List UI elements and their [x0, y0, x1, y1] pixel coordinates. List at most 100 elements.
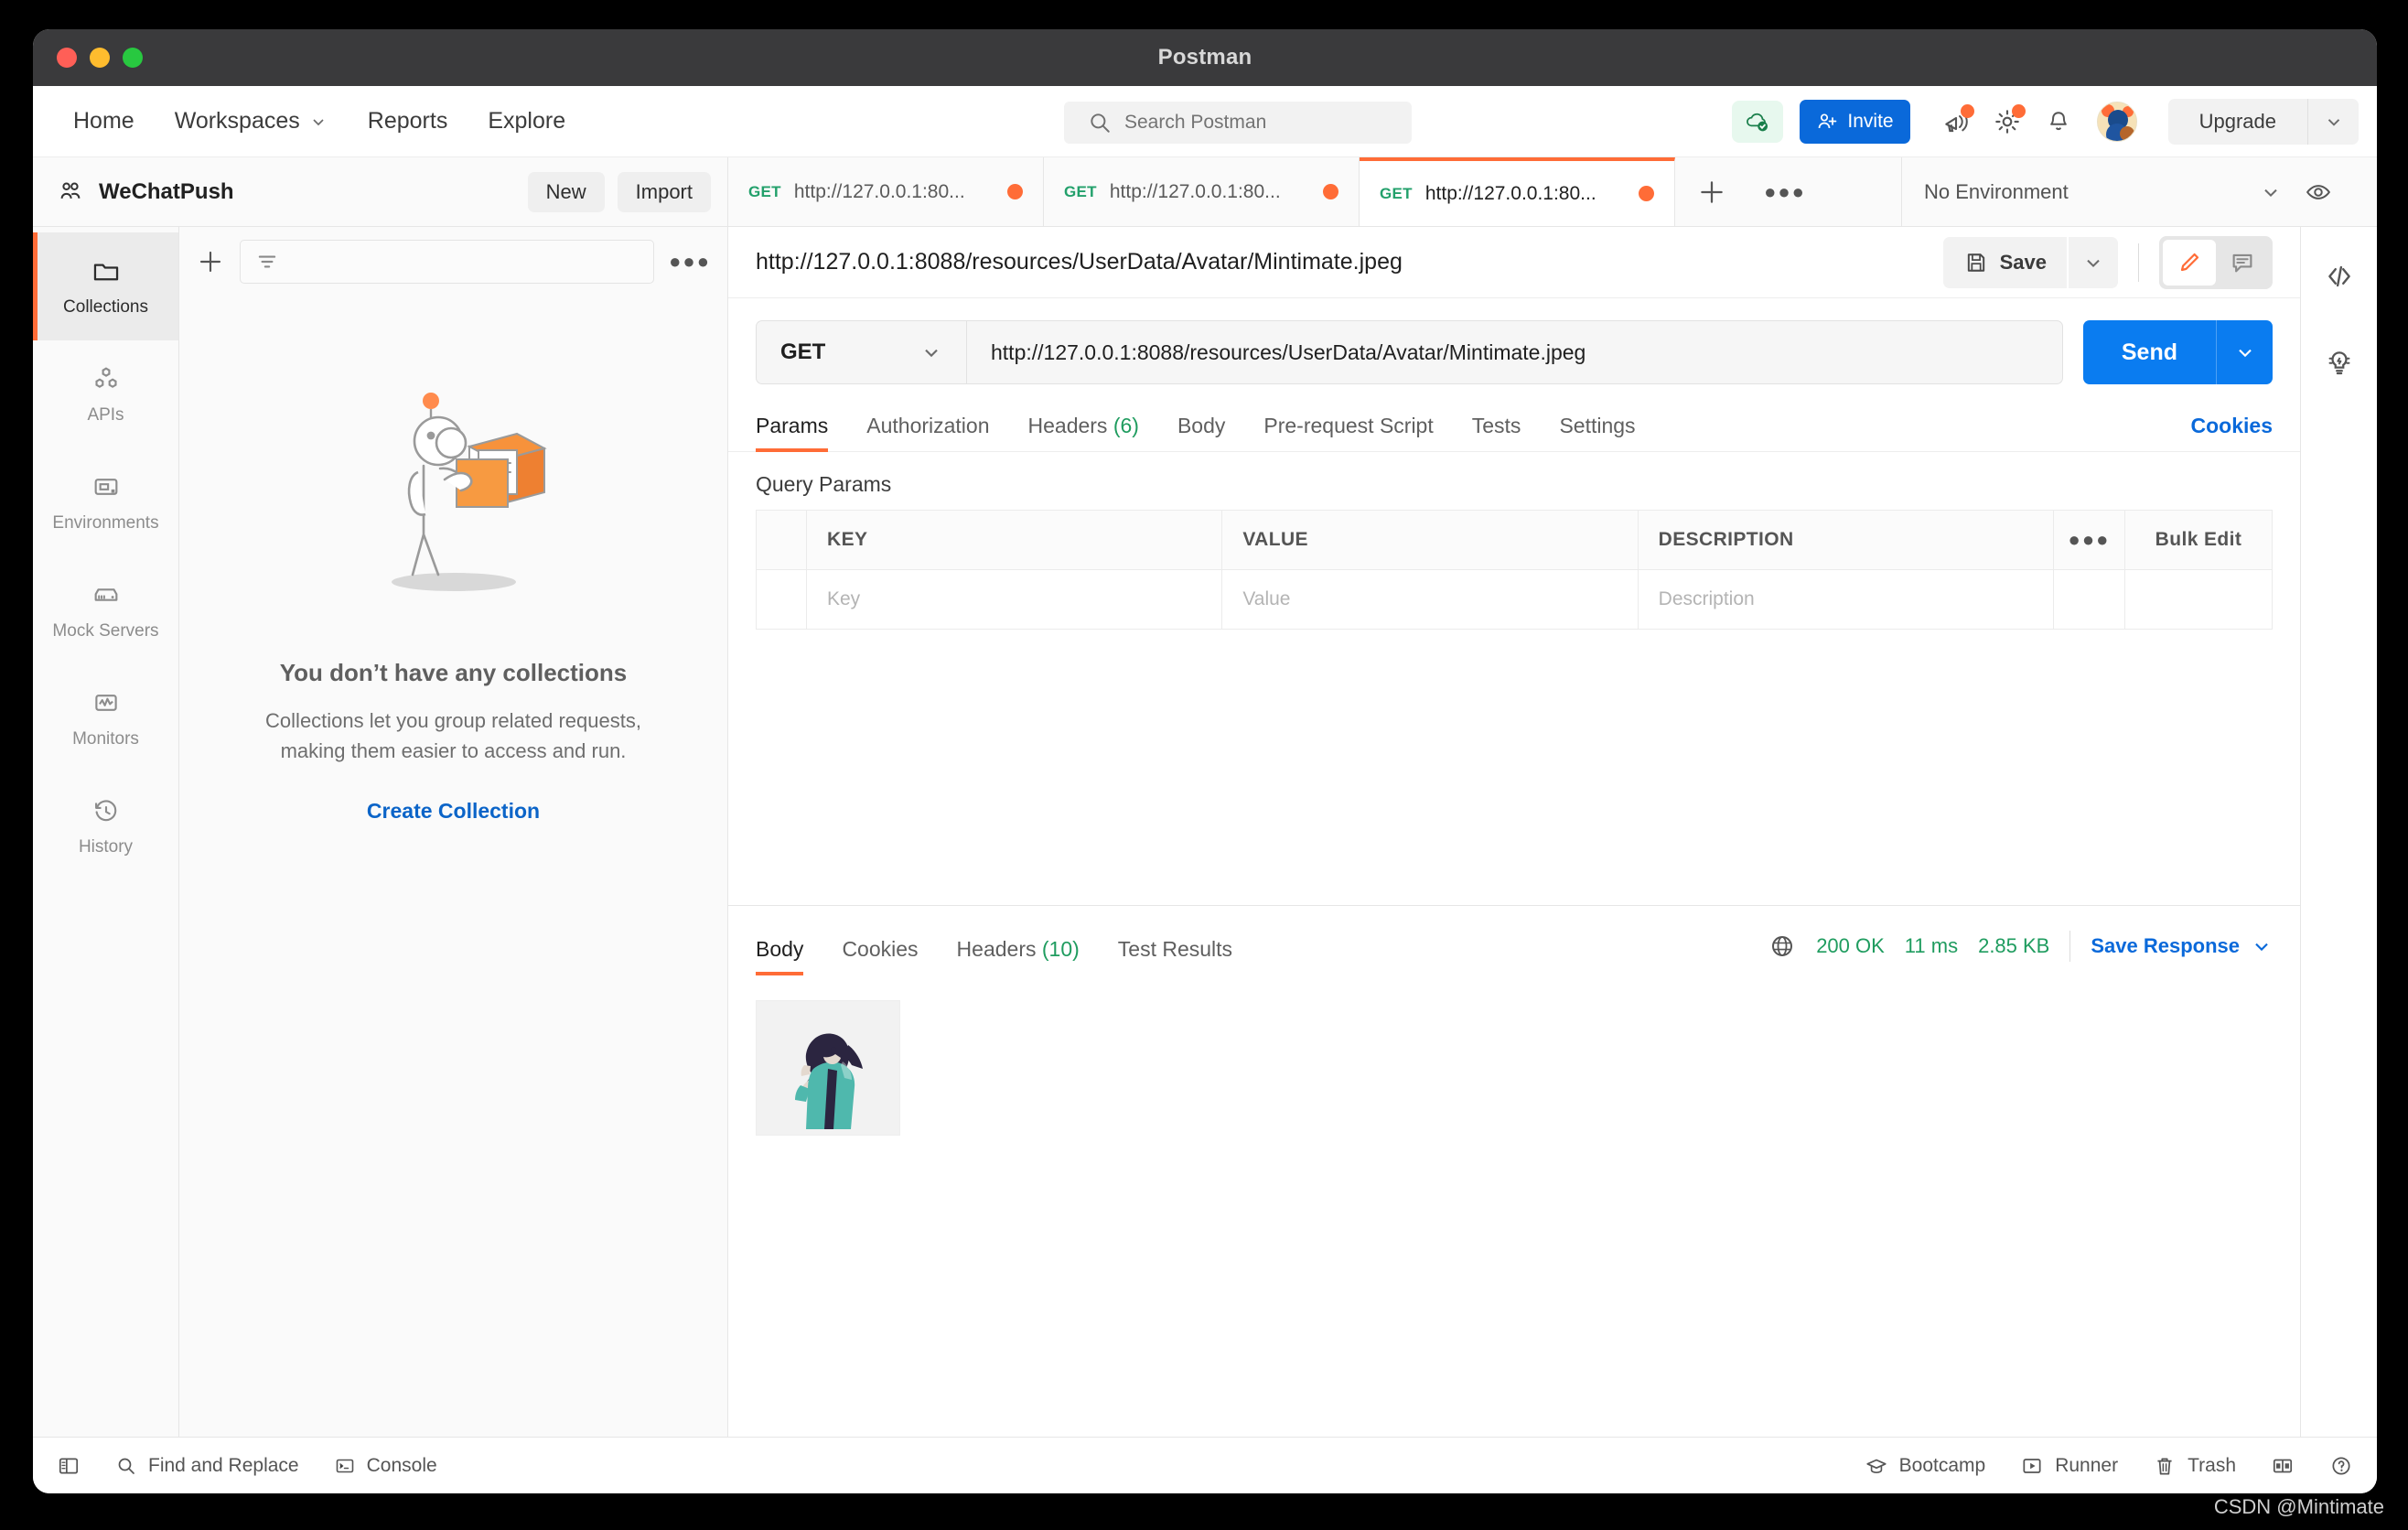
new-tab-button[interactable] — [1675, 157, 1748, 226]
request-tab-1[interactable]: GET http://127.0.0.1:80... — [728, 157, 1044, 226]
nav-explore[interactable]: Explore — [468, 101, 586, 142]
sidebar-item-monitors[interactable]: Monitors — [33, 664, 178, 772]
request-tab-2[interactable]: GET http://127.0.0.1:80... — [1044, 157, 1360, 226]
sidebar-item-environments[interactable]: Environments — [33, 448, 178, 556]
request-tab-3-active[interactable]: GET http://127.0.0.1:80... — [1360, 157, 1675, 226]
response-tab-cookies-label: Cookies — [842, 937, 919, 961]
url-value: http://127.0.0.1:8088/resources/UserData… — [991, 339, 1586, 364]
maximize-window-button[interactable] — [123, 48, 143, 68]
key-input[interactable]: Key — [807, 570, 1223, 629]
collections-options-icon[interactable]: ●●● — [669, 251, 711, 273]
sidebar-item-mock-servers[interactable]: Mock Servers — [33, 556, 178, 664]
response-tab-body-label: Body — [756, 937, 804, 961]
tab-tests[interactable]: Tests — [1472, 404, 1521, 451]
close-window-button[interactable] — [57, 48, 77, 68]
chevron-down-icon[interactable] — [2307, 99, 2359, 145]
sidebar-toggle-icon[interactable] — [57, 1454, 81, 1478]
tab-authorization[interactable]: Authorization — [866, 404, 989, 451]
sidebar-item-collections[interactable]: Collections — [33, 232, 178, 340]
search-input[interactable]: Search Postman — [1064, 102, 1412, 144]
tab-body[interactable]: Body — [1177, 404, 1225, 451]
filter-icon — [255, 250, 279, 274]
left-rail: Collections APIs Environments Mock Serve… — [33, 227, 179, 1437]
response-image-preview — [756, 1000, 900, 1136]
eye-icon[interactable] — [2282, 178, 2355, 206]
chevron-down-icon — [2251, 935, 2273, 957]
select-all-cell[interactable] — [757, 511, 807, 569]
import-button[interactable]: Import — [617, 171, 711, 212]
sidebar-item-apis[interactable]: APIs — [33, 340, 178, 448]
tab-pre-request-script[interactable]: Pre-request Script — [1263, 404, 1433, 451]
invite-button[interactable]: Invite — [1800, 100, 1910, 144]
cookies-link[interactable]: Cookies — [2191, 414, 2273, 451]
top-navigation-bar: Home Workspaces Reports Explore Search P… — [33, 86, 2377, 157]
column-header-value: VALUE — [1222, 511, 1639, 569]
main-body: Collections APIs Environments Mock Serve… — [33, 227, 2377, 1437]
cloud-check-icon[interactable] — [1732, 101, 1784, 143]
code-icon[interactable] — [2312, 249, 2367, 304]
new-button[interactable]: New — [527, 171, 605, 212]
trash-button[interactable]: Trash — [2153, 1454, 2236, 1478]
request-title-actions: Save — [1942, 235, 2273, 289]
divider — [2069, 931, 2071, 962]
chevron-down-icon[interactable] — [2260, 181, 2282, 203]
save-button[interactable]: Save — [1942, 236, 2067, 288]
tab-options-icon[interactable]: ●●● — [1748, 157, 1822, 226]
gear-icon[interactable] — [1982, 96, 2033, 147]
runner-button[interactable]: Runner — [2020, 1454, 2118, 1478]
http-method-value: GET — [780, 339, 826, 364]
response-size: 2.85 KB — [1978, 934, 2050, 957]
console-button[interactable]: Console — [334, 1455, 437, 1477]
tab-headers[interactable]: Headers (6) — [1028, 404, 1139, 451]
description-input[interactable]: Description — [1639, 570, 2054, 629]
window-controls[interactable] — [57, 48, 143, 68]
nav-workspaces-label: Workspaces — [174, 108, 300, 134]
globe-icon — [1768, 932, 1796, 960]
bell-icon[interactable] — [2033, 96, 2084, 147]
column-header-key: KEY — [807, 511, 1223, 569]
save-options-chevron-down-icon[interactable] — [2069, 236, 2118, 288]
table-row[interactable]: Key Value Description — [757, 570, 2272, 630]
response-tab-body[interactable]: Body — [756, 928, 804, 975]
nav-links: Home Workspaces Reports Explore — [53, 101, 586, 142]
environment-selector[interactable]: No Environment — [1901, 157, 2377, 226]
response-tab-test-results[interactable]: Test Results — [1118, 928, 1232, 975]
response-tab-cookies[interactable]: Cookies — [842, 928, 918, 975]
request-tabs: GET http://127.0.0.1:80... GET http://12… — [728, 157, 1901, 226]
column-header-description: DESCRIPTION — [1639, 511, 2054, 569]
query-params-table: KEY VALUE DESCRIPTION ●●● Bulk Edit Key … — [756, 510, 2273, 630]
edit-pencil-icon[interactable] — [2163, 239, 2216, 286]
comment-icon[interactable] — [2216, 240, 2269, 286]
collections-filter-input[interactable] — [240, 240, 655, 284]
find-and-replace-button[interactable]: Find and Replace — [115, 1455, 299, 1477]
url-input[interactable]: http://127.0.0.1:8088/resources/UserData… — [966, 320, 2063, 384]
upgrade-button[interactable]: Upgrade — [2168, 110, 2307, 134]
send-button[interactable]: Send — [2082, 320, 2216, 384]
params-options-icon[interactable]: ●●● — [2054, 511, 2125, 569]
person-add-icon — [1816, 111, 1838, 133]
megaphone-icon[interactable] — [1930, 96, 1982, 147]
add-collection-button[interactable] — [196, 247, 225, 276]
avatar[interactable] — [2091, 96, 2143, 147]
sidebar-item-history[interactable]: History — [33, 772, 178, 880]
minimize-window-button[interactable] — [90, 48, 110, 68]
response-tab-headers[interactable]: Headers (10) — [957, 928, 1080, 975]
create-collection-link[interactable]: Create Collection — [367, 799, 540, 824]
window-title: Postman — [1157, 45, 1252, 70]
send-options-chevron-down-icon[interactable] — [2216, 320, 2273, 384]
two-pane-icon[interactable] — [2271, 1454, 2295, 1478]
tab-settings[interactable]: Settings — [1559, 404, 1635, 451]
bootcamp-button[interactable]: Bootcamp — [1865, 1454, 1985, 1478]
nav-reports[interactable]: Reports — [348, 101, 468, 142]
bulk-edit-button[interactable]: Bulk Edit — [2125, 511, 2272, 569]
value-input[interactable]: Value — [1222, 570, 1639, 629]
tab-params[interactable]: Params — [756, 404, 829, 452]
row-checkbox-cell[interactable] — [757, 570, 807, 629]
response-body-area — [728, 975, 2300, 1437]
lightbulb-icon[interactable] — [2312, 335, 2367, 390]
nav-home[interactable]: Home — [53, 101, 155, 142]
http-method-select[interactable]: GET — [756, 320, 966, 384]
nav-workspaces[interactable]: Workspaces — [155, 101, 348, 142]
help-icon[interactable] — [2329, 1454, 2353, 1478]
save-response-button[interactable]: Save Response — [2091, 934, 2273, 958]
